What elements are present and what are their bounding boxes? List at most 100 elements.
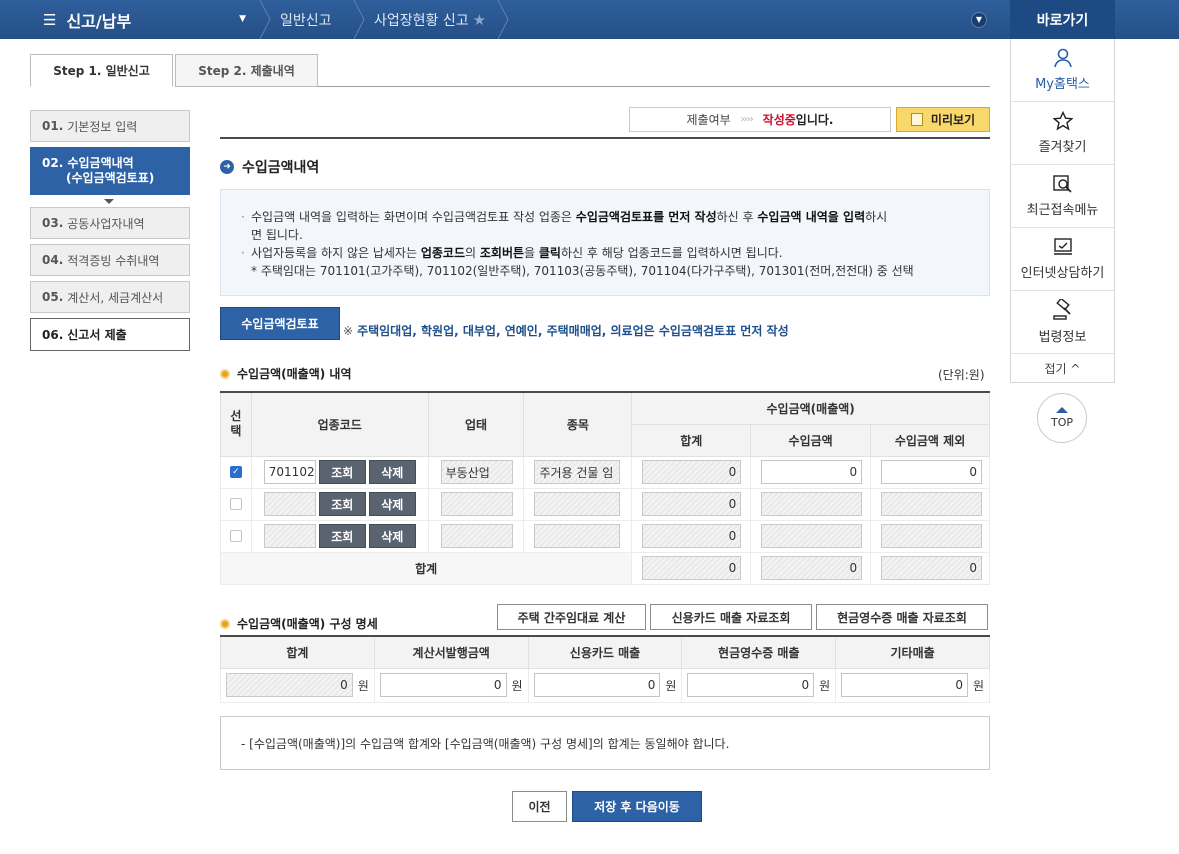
section-divider: [220, 137, 990, 139]
tab-divider: [318, 86, 990, 87]
chevron-down-icon: ▼: [239, 14, 246, 24]
item-field: [534, 492, 621, 516]
breadcrumb-general-report[interactable]: 일반신고: [280, 0, 332, 39]
invoice-input[interactable]: 0: [379, 673, 507, 697]
col-excluded: 수입금액 제외: [870, 423, 990, 457]
review-note: ※ 주택임대업, 학원업, 대부업, 연예인, 주택매매업, 의료업은 수입금액검…: [343, 324, 789, 338]
excluded-input[interactable]: [881, 492, 983, 516]
main-menu-label: 신고/납부: [66, 11, 132, 31]
lookup-button[interactable]: 조회: [318, 492, 366, 516]
delete-button[interactable]: 삭제: [368, 460, 416, 484]
chevron-down-circle-icon[interactable]: ▼: [971, 12, 987, 28]
breadcrumb-separator-icon: [497, 0, 509, 39]
item-field: 주거용 건물 임: [534, 460, 621, 484]
col-other: 기타매출: [835, 635, 990, 669]
monitor-icon: [1053, 238, 1072, 255]
total-excluded: 0: [881, 556, 983, 580]
info-box: - [수입금액(매출액)]의 수입금액 합계와 [수입금액(매출액) 구성 명세…: [220, 716, 990, 770]
main-menu-button[interactable]: ☰ 신고/납부 ▼: [31, 0, 258, 39]
col-item: 종목: [523, 391, 633, 457]
notice-box: 수입금액 내역을 입력하는 화면이며 수입금액검토표 작성 업종은 수입금액검토…: [220, 189, 990, 296]
revenue-table: 선택 업종코드 업태 종목 수입금액(매출액) 합계 수입금액 수입금액 제외 …: [219, 391, 990, 585]
save-next-button[interactable]: 저장 후 다음이동: [572, 791, 702, 822]
row-checkbox[interactable]: ✓: [229, 466, 242, 478]
code-input[interactable]: 701102: [263, 460, 316, 484]
total-revenue: 0: [761, 556, 863, 580]
quick-menu-panel: My홈택스 즐겨찾기 최근접속메뉴 인터넷상담하기 법령정보 접기 ^: [1010, 39, 1115, 383]
prev-button[interactable]: 이전: [512, 791, 567, 822]
table-row: 조회 삭제 0: [220, 519, 990, 553]
arrows-icon: ››››: [740, 114, 754, 125]
col-select: 선택: [220, 391, 252, 457]
excluded-input[interactable]: [881, 524, 983, 548]
excluded-input[interactable]: 0: [881, 460, 983, 484]
delete-button[interactable]: 삭제: [368, 492, 416, 516]
credit-card-input[interactable]: 0: [533, 673, 661, 697]
row-checkbox[interactable]: [229, 530, 242, 542]
goto-header: 바로가기: [1010, 0, 1115, 39]
credit-card-lookup-button[interactable]: 신용카드 매출 자료조회: [650, 604, 812, 630]
recent-search-icon: [1052, 175, 1072, 193]
quick-favorites[interactable]: 즐겨찾기: [1011, 102, 1114, 165]
item-field: [534, 524, 621, 548]
business-field: [440, 524, 513, 548]
quick-law-info[interactable]: 법령정보: [1011, 291, 1114, 354]
breadcrumb-separator-icon: [353, 0, 365, 39]
housing-rent-calc-button[interactable]: 주택 간주임대료 계산: [497, 604, 646, 630]
total-sum: 0: [642, 556, 742, 580]
gavel-icon: [1052, 299, 1071, 320]
sidebar-item-basic-info[interactable]: 01. 기본정보 입력: [30, 110, 190, 142]
cash-receipt-input[interactable]: 0: [687, 673, 815, 697]
sum-field: 0: [642, 524, 742, 548]
revenue-input[interactable]: 0: [761, 460, 863, 484]
sidebar-item-submit[interactable]: 06. 신고서 제출: [30, 318, 190, 351]
star-icon[interactable]: ★: [473, 11, 486, 29]
submission-status: 제출여부 ›››› 작성중 입니다.: [629, 107, 891, 132]
current-step-arrow-icon: [104, 199, 114, 204]
scroll-top-button[interactable]: TOP: [1037, 393, 1087, 443]
user-icon: [1053, 48, 1072, 68]
col-revenue-group: 수입금액(매출액): [631, 391, 990, 425]
col-cash-receipt: 현금영수증 매출: [681, 635, 837, 669]
delete-button[interactable]: 삭제: [368, 524, 416, 548]
row-checkbox[interactable]: [229, 498, 242, 510]
revenue-input[interactable]: [761, 524, 863, 548]
code-input[interactable]: [263, 524, 316, 548]
revenue-review-button[interactable]: 수입금액검토표: [220, 307, 340, 340]
cash-receipt-lookup-button[interactable]: 현금영수증 매출 자료조회: [816, 604, 988, 630]
comp-sum-field: 0: [226, 673, 353, 697]
revenue-table-title: 수입금액(매출액) 내역: [220, 365, 352, 382]
col-revenue: 수입금액: [750, 423, 872, 457]
col-credit-card: 신용카드 매출: [527, 635, 683, 669]
breadcrumb-business-report[interactable]: 사업장현황 신고 ★: [374, 0, 486, 39]
table-row: 조회 삭제 0: [220, 487, 990, 521]
sidebar-item-revenue[interactable]: 02. 수입금액내역 (수입금액검토표): [30, 147, 190, 195]
status-badge: 작성중: [762, 113, 796, 127]
bullet-icon: [220, 618, 230, 629]
total-label: 합계: [219, 551, 633, 585]
table-row: ✓ 701102 조회 삭제 부동산업 주거용 건물 임 0 0 0: [220, 455, 990, 489]
col-business: 업태: [427, 391, 525, 457]
preview-button[interactable]: 미리보기: [896, 107, 990, 132]
sidebar-item-invoices[interactable]: 05. 계산서, 세금계산서: [30, 281, 190, 313]
lookup-button[interactable]: 조회: [318, 460, 366, 484]
quick-fold-button[interactable]: 접기 ^: [1011, 354, 1114, 382]
composition-table: 합계 계산서발행금액 신용카드 매출 현금영수증 매출 기타매출 0원 0원 0…: [220, 635, 990, 703]
revenue-input[interactable]: [761, 492, 863, 516]
quick-recent-menu[interactable]: 최근접속메뉴: [1011, 165, 1114, 228]
hamburger-icon: ☰: [43, 10, 57, 29]
table-row: 0원 0원 0원 0원 0원: [220, 667, 990, 703]
tab-step2-submission-history[interactable]: Step 2. 제출내역: [175, 54, 318, 87]
code-input[interactable]: [263, 492, 316, 516]
quick-online-consult[interactable]: 인터넷상담하기: [1011, 228, 1114, 291]
tab-step1-general-report[interactable]: Step 1. 일반신고: [30, 54, 173, 87]
col-comp-sum: 합계: [220, 635, 375, 669]
sidebar-item-co-business[interactable]: 03. 공동사업자내역: [30, 207, 190, 239]
sidebar-item-evidence[interactable]: 04. 적격증빙 수취내역: [30, 244, 190, 276]
star-icon: [1052, 111, 1073, 131]
bullet-icon: [220, 368, 230, 379]
other-sales-input[interactable]: 0: [841, 673, 968, 697]
col-invoice: 계산서발행금액: [373, 635, 529, 669]
quick-my-hometax[interactable]: My홈택스: [1011, 39, 1114, 102]
lookup-button[interactable]: 조회: [318, 524, 366, 548]
